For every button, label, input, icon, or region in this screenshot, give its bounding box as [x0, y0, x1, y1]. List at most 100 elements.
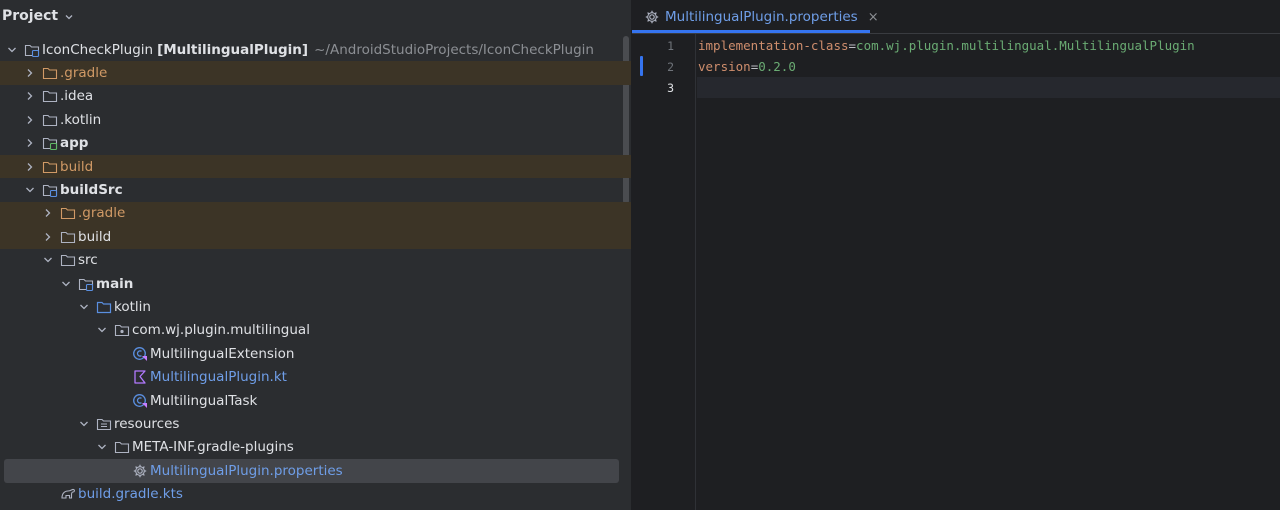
tree-item-label: MultilingualPlugin.properties — [150, 462, 343, 479]
tree-item-path: ~/AndroidStudioProjects/IconCheckPlugin — [314, 41, 594, 58]
editor-gutter: 1 2 3 — [632, 34, 696, 510]
folder-icon — [60, 252, 76, 268]
kotlin-class-icon — [132, 393, 148, 409]
line-number: 2 — [667, 60, 674, 74]
property-equals: = — [750, 59, 759, 74]
module-folder-icon — [42, 182, 58, 198]
folder-icon — [60, 205, 76, 221]
tree-item-resources[interactable]: resources — [0, 412, 631, 435]
property-equals: = — [848, 38, 857, 53]
tree-item-task[interactable]: MultilingualTask — [0, 389, 631, 412]
code-area[interactable]: implementation-class = com.wj.plugin.multi… — [697, 34, 1280, 510]
chevron-right-icon[interactable] — [42, 231, 54, 243]
chevron-down-icon[interactable] — [78, 301, 90, 313]
source-root-folder-icon — [96, 299, 112, 315]
chevron-down-icon[interactable] — [96, 324, 108, 336]
active-tab-indicator — [632, 30, 870, 33]
vcs-change-marker[interactable] — [640, 56, 643, 76]
tree-item-label: kotlin — [114, 299, 151, 316]
tree-item-plugin-kt[interactable]: MultilingualPlugin.kt — [0, 366, 631, 389]
tree-item-label: MultilingualTask — [150, 392, 258, 409]
tree-item-properties[interactable]: MultilingualPlugin.properties — [0, 459, 631, 483]
tree-item-kotlin-src[interactable]: kotlin — [0, 295, 631, 318]
line-number-current: 3 — [667, 81, 674, 95]
tree-item-buildsrc[interactable]: buildSrc — [0, 178, 631, 201]
tree-item-gradle[interactable]: .gradle — [0, 61, 631, 85]
chevron-down-icon[interactable] — [24, 184, 36, 196]
tree-item-label: app — [60, 135, 89, 152]
tree-item-label: build.gradle.kts — [78, 486, 183, 503]
chevron-right-icon[interactable] — [24, 137, 36, 149]
tree-item-app[interactable]: app — [0, 132, 631, 155]
tree-item-label: MultilingualExtension — [150, 345, 295, 362]
tree-item-label: src — [78, 252, 98, 269]
tree-item-label: .gradle — [60, 65, 108, 82]
gear-icon — [644, 9, 660, 25]
property-value: com.wj.plugin.multilingual.MultilingualP… — [856, 38, 1195, 53]
close-icon[interactable]: × — [868, 10, 879, 25]
tree-item-root[interactable]: IconCheckPlugin [MultilingualPlugin] ~/A… — [0, 38, 631, 61]
tree-item-buildsrc-gradle[interactable]: .gradle — [0, 201, 631, 226]
tree-item-label: resources — [114, 416, 180, 433]
tree-item-kotlin-dir[interactable]: .kotlin — [0, 108, 631, 131]
tree-item-package[interactable]: com.wj.plugin.multilingual — [0, 319, 631, 342]
source-set-folder-icon — [78, 276, 94, 292]
property-key: version — [698, 59, 751, 74]
module-folder-icon — [24, 42, 40, 58]
folder-icon — [114, 439, 130, 455]
tree-item-label: .idea — [60, 88, 94, 105]
property-value: 0.2.0 — [758, 59, 796, 74]
chevron-right-icon[interactable] — [24, 114, 36, 126]
kotlin-file-icon — [132, 369, 148, 385]
package-icon — [114, 322, 130, 338]
tree-item-label: MultilingualPlugin.kt — [150, 369, 287, 386]
chevron-right-icon[interactable] — [24, 90, 36, 102]
tree-item-meta-inf[interactable]: META-INF.gradle-plugins — [0, 436, 631, 459]
tree-item-label: buildSrc — [60, 182, 123, 199]
code-line-current[interactable] — [697, 77, 1280, 98]
property-key: implementation-class — [698, 38, 849, 53]
folder-icon — [42, 65, 58, 81]
tree-item-idea[interactable]: .idea — [0, 85, 631, 108]
tree-item-label: main — [96, 275, 134, 292]
editor-tab-bar: MultilingualPlugin.properties × — [632, 0, 1280, 34]
chevron-down-icon[interactable] — [6, 44, 18, 56]
tree-item-label: IconCheckPlugin — [42, 41, 154, 58]
editor-tab-properties[interactable]: MultilingualPlugin.properties × — [644, 0, 887, 34]
tree-item-src[interactable]: src — [0, 249, 631, 272]
chevron-down-icon[interactable] — [78, 418, 90, 430]
chevron-down-icon[interactable] — [64, 11, 74, 21]
tree-item-label: com.wj.plugin.multilingual — [132, 322, 310, 339]
tree-item-label: .kotlin — [60, 111, 102, 128]
tree-item-build[interactable]: build — [0, 155, 631, 179]
tree-item-extension[interactable]: MultilingualExtension — [0, 342, 631, 365]
resources-folder-icon — [96, 416, 112, 432]
chevron-right-icon[interactable] — [24, 67, 36, 79]
code-line[interactable]: implementation-class = com.wj.plugin.multi… — [697, 35, 1280, 56]
line-number: 1 — [667, 39, 674, 53]
tree-item-module-name: [MultilingualPlugin] — [157, 41, 309, 58]
tree-item-build-gradle-kts[interactable]: build.gradle.kts — [0, 483, 631, 506]
gradle-icon — [60, 486, 76, 502]
project-title[interactable]: Project — [2, 8, 58, 24]
chevron-right-icon[interactable] — [42, 207, 54, 219]
tree-item-buildsrc-build[interactable]: build — [0, 225, 631, 249]
code-line[interactable]: version = 0.2.0 — [697, 56, 1280, 77]
gear-icon — [132, 463, 148, 479]
editor-tab-label: MultilingualPlugin.properties — [665, 9, 858, 25]
tree-item-label: build — [60, 158, 94, 175]
chevron-down-icon[interactable] — [42, 254, 54, 266]
tree-item-main[interactable]: main — [0, 272, 631, 295]
android-module-icon — [42, 135, 58, 151]
tree-item-label: .gradle — [78, 205, 126, 222]
folder-icon — [42, 159, 58, 175]
folder-icon — [42, 88, 58, 104]
chevron-down-icon[interactable] — [60, 278, 72, 290]
editor-panel: MultilingualPlugin.properties × 1 2 3 im… — [632, 0, 1280, 510]
chevron-down-icon[interactable] — [96, 441, 108, 453]
kotlin-class-icon — [132, 346, 148, 362]
tree-item-label: META-INF.gradle-plugins — [132, 439, 294, 456]
chevron-right-icon[interactable] — [24, 161, 36, 173]
project-header[interactable]: Project — [0, 0, 631, 32]
tree-item-label: build — [78, 228, 112, 245]
